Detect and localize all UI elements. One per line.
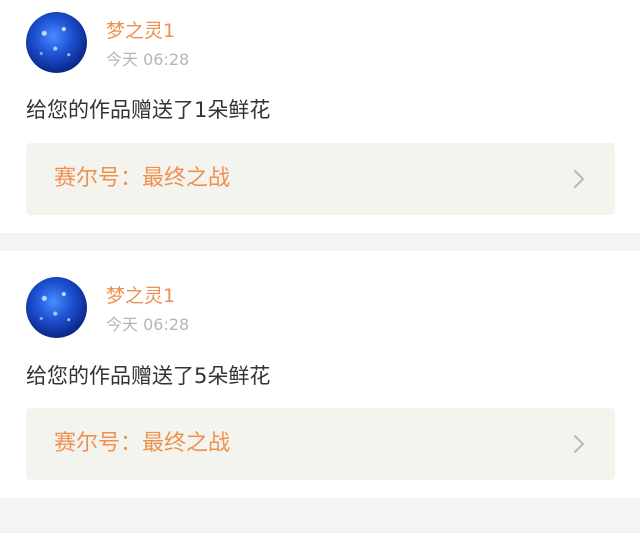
work-title: 赛尔号：最终之战 bbox=[54, 166, 231, 191]
chevron-right-icon bbox=[574, 435, 584, 453]
notification-feed: 梦之灵1 今天 06:28 给您的作品赠送了1朵鲜花 赛尔号：最终之战 梦之灵1… bbox=[0, 0, 640, 533]
notification-card: 梦之灵1 今天 06:28 给您的作品赠送了5朵鲜花 赛尔号：最终之战 bbox=[0, 251, 640, 498]
avatar[interactable] bbox=[26, 277, 87, 338]
avatar[interactable] bbox=[26, 12, 87, 73]
notification-message: 给您的作品赠送了1朵鲜花 bbox=[26, 98, 271, 122]
notification-message: 给您的作品赠送了5朵鲜花 bbox=[26, 364, 271, 388]
work-link[interactable]: 赛尔号：最终之战 bbox=[26, 408, 615, 480]
chevron-right-icon bbox=[574, 170, 584, 188]
timestamp: 今天 06:28 bbox=[106, 50, 190, 69]
username[interactable]: 梦之灵1 bbox=[106, 20, 175, 42]
work-title: 赛尔号：最终之战 bbox=[54, 431, 231, 456]
work-link[interactable]: 赛尔号：最终之战 bbox=[26, 143, 615, 215]
timestamp: 今天 06:28 bbox=[106, 315, 190, 334]
notification-card: 梦之灵1 今天 06:28 给您的作品赠送了1朵鲜花 赛尔号：最终之战 bbox=[0, 0, 640, 233]
username[interactable]: 梦之灵1 bbox=[106, 285, 175, 307]
